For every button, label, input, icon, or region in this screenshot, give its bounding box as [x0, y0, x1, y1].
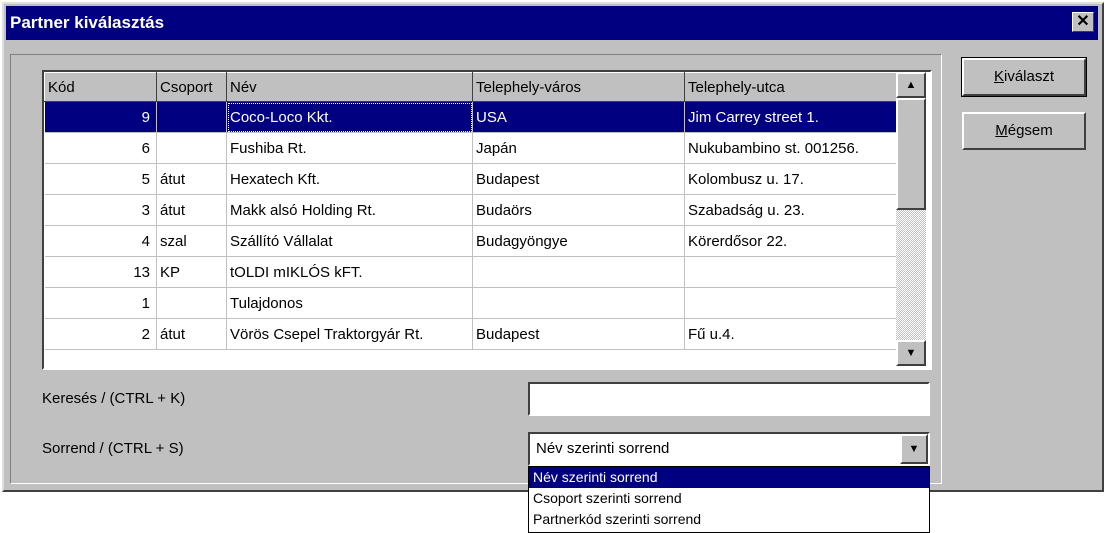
cancel-button-mnemonic: M: [995, 122, 1008, 139]
cell-street: Nukubambino st. 001256.: [684, 132, 901, 164]
chevron-down-icon[interactable]: ▼: [900, 434, 928, 464]
cell-code: 5: [44, 163, 157, 195]
cell-code: 2: [44, 318, 157, 350]
table-row[interactable]: 1 Tulajdonos: [44, 287, 901, 319]
cell-code: 6: [44, 132, 157, 164]
partner-grid: Kód Csoport Név Telephely-város Telephel…: [42, 70, 932, 370]
cancel-button[interactable]: Mégsem: [962, 112, 1086, 150]
cancel-button-label: égsem: [1007, 122, 1053, 139]
order-combobox[interactable]: Név szerinti sorrend ▼: [528, 432, 930, 466]
search-input[interactable]: [528, 382, 930, 416]
cell-city: Japán: [472, 132, 685, 164]
select-button-label: iválaszt: [1003, 68, 1055, 85]
cell-street: [684, 287, 901, 319]
column-header-street[interactable]: Telephely-utca: [684, 72, 901, 102]
search-label: Keresés / (CTRL + K): [42, 390, 186, 407]
cell-name: Makk alsó Holding Rt.: [226, 194, 473, 226]
cell-group: [156, 101, 227, 133]
order-option-group[interactable]: Csoport szerinti sorrend: [529, 488, 929, 509]
cell-street: Jim Carrey street 1.: [684, 101, 901, 133]
cell-name: Tulajdonos: [226, 287, 473, 319]
cell-group: átut: [156, 318, 227, 350]
order-dropdown-list: Név szerinti sorrend Csoport szerinti so…: [528, 466, 930, 533]
cell-city: Budaörs: [472, 194, 685, 226]
cell-street: Fű u.4.: [684, 318, 901, 350]
grid-header-row: Kód Csoport Név Telephely-város Telephel…: [44, 72, 901, 102]
cell-name: Vörös Csepel Traktorgyár Rt.: [226, 318, 473, 350]
cell-name: Hexatech Kft.: [226, 163, 473, 195]
cell-code: 4: [44, 225, 157, 257]
window-title: Partner kiválasztás: [10, 13, 165, 32]
cell-group: szal: [156, 225, 227, 257]
cell-street: Szabadság u. 23.: [684, 194, 901, 226]
table-row[interactable]: 13 KP tOLDI mIKLÓS kFT.: [44, 256, 901, 288]
scroll-thumb[interactable]: [896, 98, 926, 210]
order-option-name[interactable]: Név szerinti sorrend: [529, 467, 929, 488]
cell-street: Kolombusz u. 17.: [684, 163, 901, 195]
cell-group: átut: [156, 163, 227, 195]
cell-city: Budagyöngye: [472, 225, 685, 257]
cell-city: [472, 256, 685, 288]
order-label: Sorrend / (CTRL + S): [42, 440, 184, 457]
cell-group: [156, 287, 227, 319]
cell-group: [156, 132, 227, 164]
column-header-code[interactable]: Kód: [44, 72, 157, 102]
cell-name: Szállító Vállalat: [226, 225, 473, 257]
select-button[interactable]: Kiválaszt: [961, 57, 1087, 97]
cell-group: KP: [156, 256, 227, 288]
table-row[interactable]: 3 átut Makk alsó Holding Rt. Budaörs Szabads…: [44, 194, 901, 226]
cell-group: átut: [156, 194, 227, 226]
column-header-name[interactable]: Név: [226, 72, 473, 102]
cell-name: Fushiba Rt.: [226, 132, 473, 164]
cell-city: Budapest: [472, 163, 685, 195]
cell-code: 1: [44, 287, 157, 319]
cell-city: USA: [472, 101, 685, 133]
table-row[interactable]: 6 Fushiba Rt. Japán Nukubambino st. 001256.: [44, 132, 901, 164]
cell-name: Coco-Loco Kkt.: [226, 101, 473, 133]
order-option-partner-code[interactable]: Partnerkód szerinti sorrend: [529, 509, 929, 530]
cell-city: [472, 287, 685, 319]
cell-street: Körerdősor 22.: [684, 225, 901, 257]
cell-street: [684, 256, 901, 288]
order-selected-value: Név szerinti sorrend: [536, 440, 670, 457]
title-bar: Partner kiválasztás ✕: [6, 6, 1098, 40]
cell-code: 3: [44, 194, 157, 226]
cell-code: 13: [44, 256, 157, 288]
scroll-down-icon[interactable]: ▼: [896, 340, 926, 366]
cell-code: 9: [44, 101, 157, 133]
cell-name: tOLDI mIKLÓS kFT.: [226, 256, 473, 288]
column-header-city[interactable]: Telephely-város: [472, 72, 685, 102]
cell-city: Budapest: [472, 318, 685, 350]
column-header-group[interactable]: Csoport: [156, 72, 227, 102]
table-row[interactable]: 9 Coco-Loco Kkt. USA Jim Carrey street 1.: [44, 101, 901, 133]
scroll-up-icon[interactable]: ▲: [896, 72, 926, 98]
partner-table: Kód Csoport Név Telephely-város Telephel…: [44, 72, 901, 350]
select-button-mnemonic: K: [993, 68, 1004, 85]
table-row[interactable]: 4 szal Szállító Vállalat Budagyöngye Körerdő…: [44, 225, 901, 257]
table-row[interactable]: 2 átut Vörös Csepel Traktorgyár Rt. Budapes…: [44, 318, 901, 350]
close-icon[interactable]: ✕: [1072, 12, 1094, 32]
table-row[interactable]: 5 átut Hexatech Kft. Budapest Kolombusz u. 1…: [44, 163, 901, 195]
grid-vertical-scrollbar[interactable]: ▲ ▼: [896, 72, 926, 366]
